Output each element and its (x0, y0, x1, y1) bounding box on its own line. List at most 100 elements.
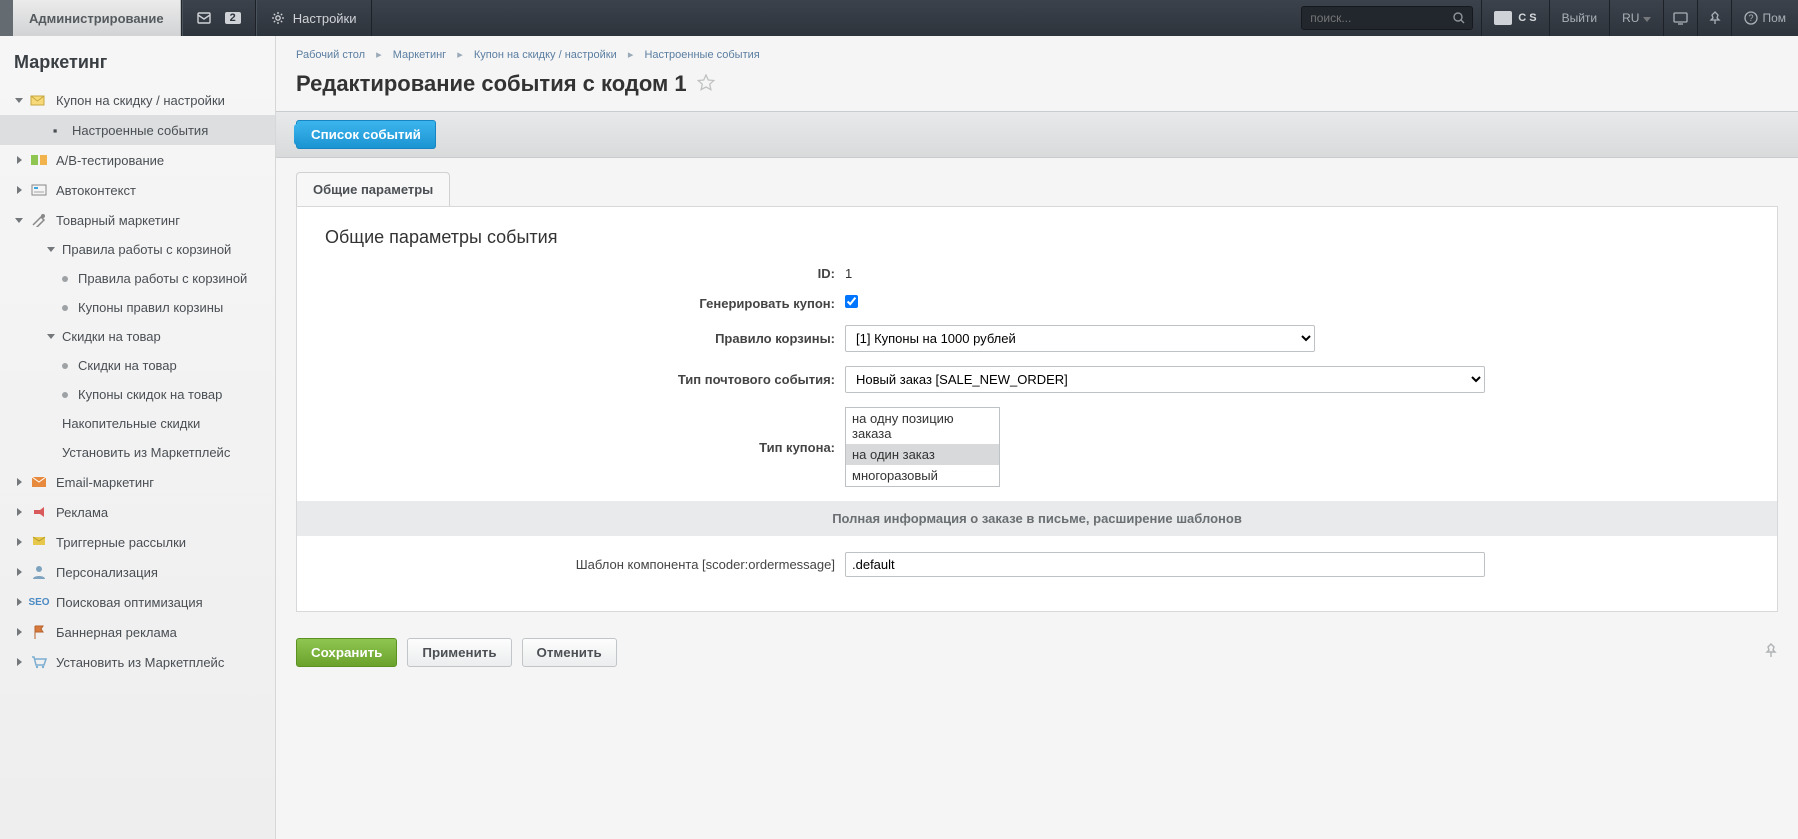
pin-icon (1764, 643, 1778, 659)
sidebar-item-cumulative[interactable]: Накопительные скидки (0, 409, 275, 438)
sidebar-item-label: Баннерная реклама (56, 625, 177, 640)
save-button[interactable]: Сохранить (296, 638, 397, 667)
chevron-right-icon (14, 567, 24, 577)
chevron-right-icon (14, 537, 24, 547)
breadcrumb-coupon[interactable]: Купон на скидку / настройки (474, 49, 617, 61)
chevron-right-icon (14, 507, 24, 517)
screen-icon (1673, 12, 1688, 25)
settings-button[interactable]: Настройки (256, 0, 372, 36)
cart-icon (30, 654, 48, 670)
value-id: 1 (845, 266, 1729, 281)
breadcrumb-marketing[interactable]: Маркетинг (393, 49, 446, 61)
sidebar-item-label: Скидки на товар (78, 358, 177, 373)
sidebar-item-cart-rules[interactable]: Правила работы с корзиной (0, 235, 275, 264)
search-input[interactable] (1302, 7, 1472, 29)
sidebar-item-label: Установить из Маркетплейс (56, 655, 224, 670)
chevron-down-icon (14, 95, 24, 105)
flag-icon (30, 624, 48, 640)
settings-label: Настройки (293, 11, 357, 26)
sidebar-item-label: Купоны скидок на товар (78, 387, 222, 402)
cart-rule-select[interactable]: [1] Купоны на 1000 рублей (845, 325, 1315, 352)
breadcrumb-desktop[interactable]: Рабочий стол (296, 49, 365, 61)
sidebar-item-cart-coupons[interactable]: Купоны правил корзины (0, 293, 275, 322)
notification-icon (197, 11, 211, 25)
sidebar-item-autocontext[interactable]: Автоконтекст (0, 175, 275, 205)
sidebar-item-product-discounts-child[interactable]: Скидки на товар (0, 351, 275, 380)
sidebar-item-personal[interactable]: Персонализация (0, 557, 275, 587)
avatar-icon (1494, 11, 1512, 25)
user-menu[interactable]: C S (1481, 0, 1548, 36)
notifications-button[interactable]: 2 (182, 0, 256, 36)
star-icon (697, 74, 715, 92)
topbar: Администрирование 2 Настройки C S Выйти … (0, 0, 1798, 36)
coupon-type-listbox[interactable]: на одну позицию заказа на один заказ мно… (845, 407, 1000, 487)
sidebar-item-label: Триггерные рассылки (56, 535, 186, 550)
event-list-button[interactable]: Список событий (296, 120, 436, 149)
action-bar: Список событий (276, 111, 1798, 158)
panel-pin-button[interactable] (1764, 643, 1778, 662)
label-generate: Генерировать купон: (345, 296, 845, 311)
sidebar-item-events[interactable]: ▪ Настроенные события (0, 115, 275, 145)
notification-badge: 2 (225, 12, 241, 24)
cancel-button[interactable]: Отменить (522, 638, 617, 667)
ab-test-icon (30, 152, 48, 168)
ads-icon (30, 504, 48, 520)
sidebar-item-label: Купон на скидку / настройки (56, 93, 225, 108)
sidebar-item-label: Скидки на товар (62, 329, 161, 344)
user-name: C S (1518, 12, 1536, 24)
sidebar-item-abtest[interactable]: A/B-тестирование (0, 145, 275, 175)
label-coupon-type: Тип купона: (345, 440, 845, 455)
topbar-gutter (0, 0, 13, 36)
sidebar-item-label: Email-маркетинг (56, 475, 154, 490)
event-type-select[interactable]: Новый заказ [SALE_NEW_ORDER] (845, 366, 1485, 393)
generate-coupon-checkbox[interactable] (845, 295, 858, 308)
footer-buttons: Сохранить Применить Отменить (296, 628, 1778, 677)
sidebar-item-coupon[interactable]: Купон на скидку / настройки (0, 85, 275, 115)
search-icon (1452, 11, 1466, 25)
search-box[interactable] (1301, 6, 1473, 30)
language-switch[interactable]: RU (1609, 0, 1663, 36)
breadcrumb-events[interactable]: Настроенные события (644, 49, 759, 61)
screen-toggle-button[interactable] (1663, 0, 1697, 36)
page-title: Редактирование события с кодом 1 (296, 71, 687, 97)
coupon-type-option-3[interactable]: многоразовый (846, 465, 999, 486)
sidebar-item-discount-coupons[interactable]: Купоны скидок на товар (0, 380, 275, 409)
sidebar-item-ads[interactable]: Реклама (0, 497, 275, 527)
sidebar-item-product-discounts[interactable]: Скидки на товар (0, 322, 275, 351)
sidebar-item-label: A/B-тестирование (56, 153, 164, 168)
sidebar-item-label: Персонализация (56, 565, 158, 580)
label-cart-rule: Правило корзины: (345, 331, 845, 346)
favorite-star-button[interactable] (697, 74, 715, 95)
sidebar-item-cart-rules-child[interactable]: Правила работы с корзиной (0, 264, 275, 293)
apply-button[interactable]: Применить (407, 638, 511, 667)
sidebar-item-marketplace-install-2[interactable]: Установить из Маркетплейс (0, 647, 275, 677)
sidebar-item-trigger[interactable]: Триггерные рассылки (0, 527, 275, 557)
person-icon (30, 564, 48, 580)
sidebar-item-product-marketing[interactable]: Товарный маркетинг (0, 205, 275, 235)
context-icon (30, 182, 48, 198)
page-title-row: Редактирование события с кодом 1 (276, 61, 1798, 111)
logout-link[interactable]: Выйти (1549, 0, 1610, 36)
sidebar-item-marketplace-install[interactable]: Установить из Маркетплейс (0, 438, 275, 467)
sidebar-item-banner[interactable]: Баннерная реклама (0, 617, 275, 647)
coupon-type-option-1[interactable]: на одну позицию заказа (846, 408, 999, 444)
topbar-title[interactable]: Администрирование (13, 0, 181, 36)
pin-button[interactable] (1697, 0, 1731, 36)
trigger-icon (30, 534, 48, 550)
help-label: Пом (1762, 11, 1786, 25)
chevron-right-icon (14, 185, 24, 195)
chevron-down-icon (46, 245, 56, 255)
sidebar-item-label: Настроенные события (72, 123, 208, 138)
sidebar-item-label: Реклама (56, 505, 108, 520)
sidebar-item-label: Накопительные скидки (62, 416, 200, 431)
sidebar-item-email-marketing[interactable]: Email-маркетинг (0, 467, 275, 497)
tab-general[interactable]: Общие параметры (296, 172, 450, 206)
chevron-down-icon (46, 332, 56, 342)
coupon-type-option-2[interactable]: на один заказ (846, 444, 999, 465)
bullet-icon: ▪ (46, 122, 64, 138)
label-id: ID: (345, 266, 845, 281)
sidebar-item-seo[interactable]: SEO Поисковая оптимизация (0, 587, 275, 617)
help-button[interactable]: ? Пом (1731, 0, 1798, 36)
chevron-down-icon (1643, 11, 1651, 25)
template-input[interactable] (845, 552, 1485, 577)
